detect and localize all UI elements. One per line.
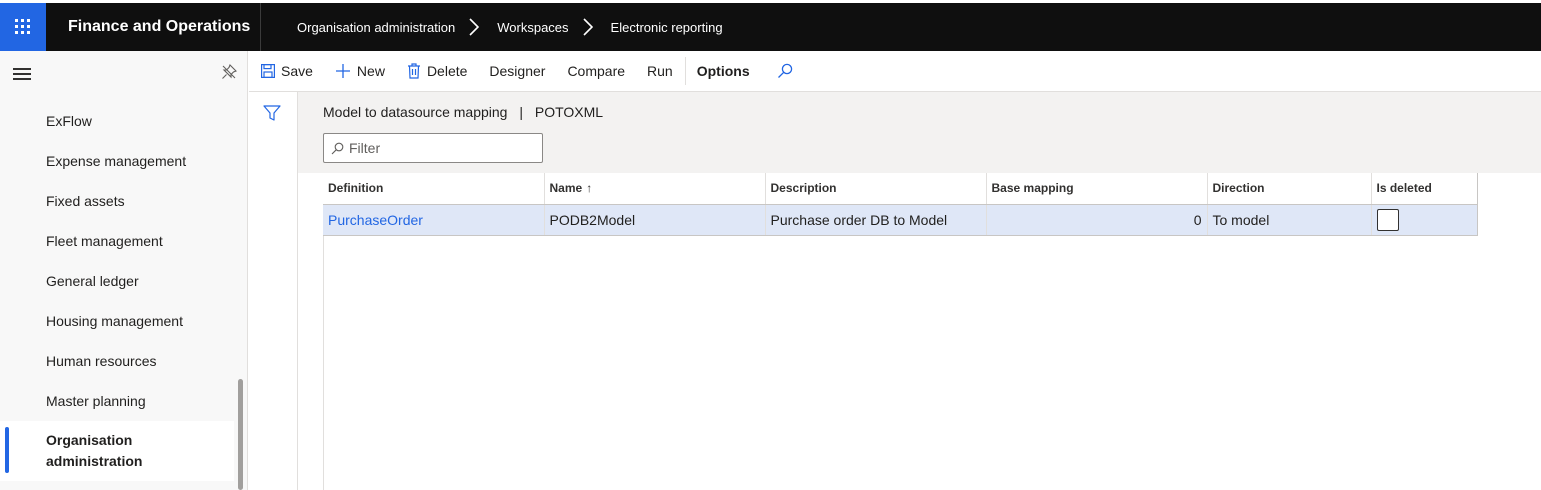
nav-item-human-resources[interactable]: Human resources — [0, 341, 234, 381]
column-header-base-mapping[interactable]: Base mapping — [986, 173, 1208, 205]
trash-icon — [407, 63, 420, 79]
nav-item-organisation-administration[interactable]: Organisation administration — [0, 421, 234, 481]
delete-label: Delete — [426, 63, 468, 79]
nav-item-expense-management[interactable]: Expense management — [0, 141, 234, 181]
title-separator: | — [519, 104, 523, 120]
nav-item-housing-management[interactable]: Housing management — [0, 301, 234, 341]
unpin-icon[interactable] — [221, 64, 237, 80]
definition-link[interactable]: PurchaseOrder — [323, 204, 545, 236]
designer-button[interactable]: Designer — [478, 51, 556, 92]
run-button[interactable]: Run — [636, 51, 684, 92]
plus-icon — [335, 64, 350, 78]
filter-field[interactable] — [323, 133, 543, 163]
direction-cell[interactable]: To model — [1207, 204, 1372, 236]
navigation-pane: ExFlow Expense management Fixed assets F… — [0, 51, 248, 490]
column-header-name[interactable]: Name ↑ — [544, 173, 766, 205]
filter-icon[interactable] — [263, 104, 281, 122]
name-cell[interactable]: PODB2Model — [544, 204, 766, 236]
column-header-direction[interactable]: Direction — [1207, 173, 1372, 205]
table-row[interactable]: PurchaseOrder PODB2Model Purchase order … — [323, 204, 1478, 236]
column-header-name-label: Name — [549, 181, 583, 196]
chevron-right-icon — [582, 18, 597, 36]
nav-item-exflow[interactable]: ExFlow — [0, 101, 234, 141]
search-icon — [331, 142, 344, 155]
is-deleted-cell — [1371, 204, 1478, 236]
search-button[interactable] — [761, 51, 810, 92]
save-button[interactable]: Save — [249, 51, 324, 92]
new-label: New — [356, 63, 385, 79]
page-title: Model to datasource mapping | POTOXML — [323, 104, 603, 120]
compare-button[interactable]: Compare — [556, 51, 636, 92]
breadcrumb-item-electronic-reporting[interactable]: Electronic reporting — [611, 20, 723, 35]
nav-item-fleet-management[interactable]: Fleet management — [0, 221, 234, 261]
nav-item-general-ledger[interactable]: General ledger — [0, 261, 234, 301]
description-cell[interactable]: Purchase order DB to Model — [765, 204, 987, 236]
app-title[interactable]: Finance and Operations — [68, 3, 250, 51]
app-launcher-button[interactable] — [0, 3, 46, 51]
save-icon — [261, 64, 275, 78]
hamburger-menu-icon[interactable] — [13, 68, 31, 80]
base-mapping-cell[interactable]: 0 — [986, 204, 1208, 236]
nav-item-fixed-assets[interactable]: Fixed assets — [0, 181, 234, 221]
options-tab[interactable]: Options — [686, 51, 761, 92]
column-header-description[interactable]: Description — [765, 173, 987, 205]
mapping-grid: Definition Name ↑ Description Base mappin… — [323, 173, 1478, 236]
page-title-text: Model to datasource mapping — [323, 104, 508, 120]
new-button[interactable]: New — [324, 51, 396, 92]
filter-pane-rail — [249, 92, 298, 490]
column-header-is-deleted[interactable]: Is deleted — [1371, 173, 1478, 205]
grid-header-row: Definition Name ↑ Description Base mappin… — [323, 173, 1478, 205]
is-deleted-checkbox[interactable] — [1376, 208, 1399, 231]
action-pane: Save New Delete Designer Compare Run Opt… — [249, 51, 1541, 92]
chevron-right-icon — [469, 18, 483, 36]
breadcrumb: Organisation administration Workspaces E… — [297, 3, 723, 51]
top-bar-divider — [260, 3, 261, 51]
sort-ascending-icon: ↑ — [586, 181, 593, 196]
nav-item-master-planning[interactable]: Master planning — [0, 381, 234, 421]
breadcrumb-item-workspaces[interactable]: Workspaces — [497, 20, 568, 35]
active-indicator — [5, 427, 9, 473]
module-list: ExFlow Expense management Fixed assets F… — [0, 101, 234, 481]
column-header-definition[interactable]: Definition — [323, 173, 545, 205]
nav-scrollbar[interactable] — [238, 379, 243, 490]
breadcrumb-item-organisation-administration[interactable]: Organisation administration — [297, 20, 455, 35]
waffle-icon — [15, 19, 31, 35]
filter-input[interactable] — [349, 138, 534, 158]
search-icon — [777, 63, 792, 78]
top-navigation-bar: Finance and Operations Organisation admi… — [0, 3, 1541, 51]
page-subtitle: POTOXML — [534, 104, 604, 120]
nav-item-label: Organisation administration — [46, 432, 143, 469]
delete-button[interactable]: Delete — [396, 51, 478, 92]
save-label: Save — [281, 63, 313, 79]
